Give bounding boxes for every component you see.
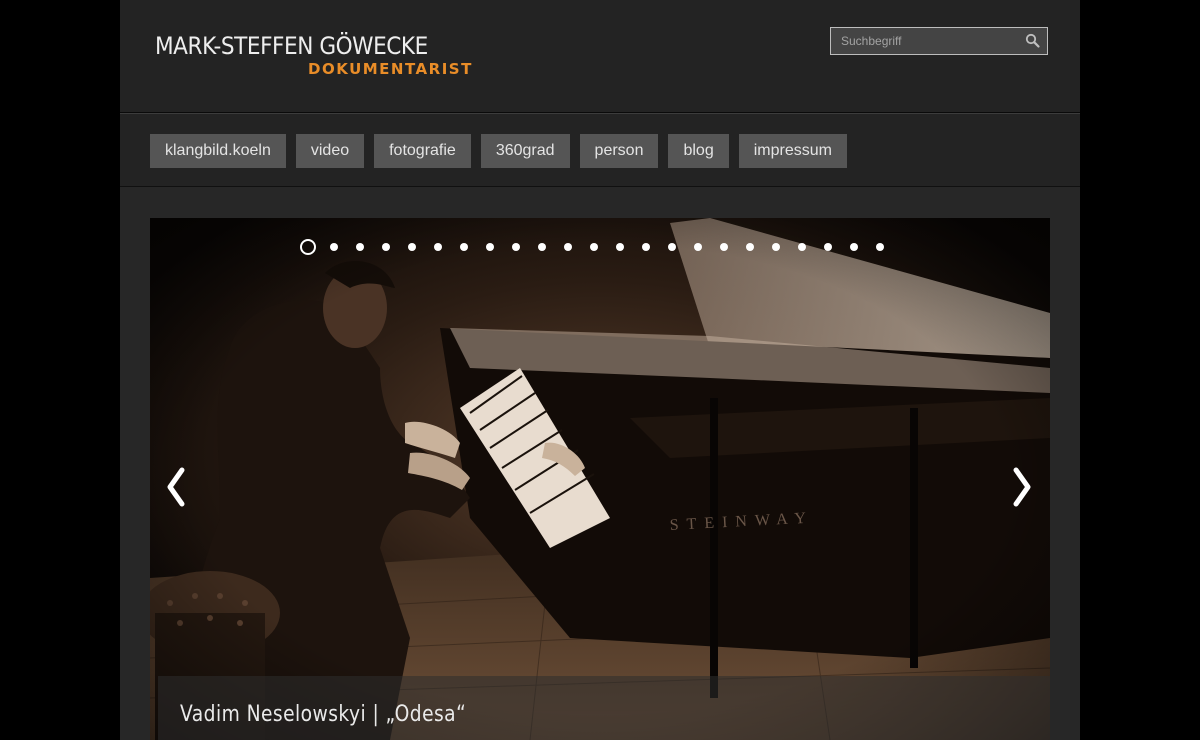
slider-dot[interactable] [798,243,806,251]
slider-dot[interactable] [408,243,416,251]
nav-item-video[interactable]: video [295,134,365,168]
nav-item-blog[interactable]: blog [668,134,729,168]
site-subtitle: DOKUMENTARIST [308,60,473,78]
caption-bar: Vadim Neselowskyi | „Odesa“ [158,676,1050,740]
nav-item-person[interactable]: person [579,134,659,168]
slider-dot[interactable] [538,243,546,251]
nav-item-klangbild-koeln[interactable]: klangbild.koeln [150,134,286,168]
page-container: MARK-STEFFEN GÖWECKE DOKUMENTARIST klang… [120,0,1080,740]
slider-dot[interactable] [824,243,832,251]
slider-dot[interactable] [460,243,468,251]
slider-dot[interactable] [876,243,884,251]
slide-photo: STEINWAY [150,218,1050,740]
slider-dot[interactable] [356,243,364,251]
slider-dot[interactable] [330,243,338,251]
slider-pagination [300,239,902,255]
search-icon[interactable] [1025,33,1041,49]
nav-item-fotografie[interactable]: fotografie [374,134,471,168]
chevron-right-icon[interactable] [1006,464,1036,510]
slider-dot[interactable] [642,243,650,251]
site-header: MARK-STEFFEN GÖWECKE DOKUMENTARIST [120,0,1080,113]
site-name[interactable]: MARK-STEFFEN GÖWECKE [155,32,428,60]
slider-dot[interactable] [590,243,598,251]
search-input[interactable] [831,28,1016,54]
slider-dot[interactable] [772,243,780,251]
slide-caption[interactable]: Vadim Neselowskyi | „Odesa“ [180,702,466,727]
main-navigation: klangbild.koeln video fotografie 360grad per… [120,113,1080,187]
slider-dot[interactable] [616,243,624,251]
nav-item-360grad[interactable]: 360grad [480,134,570,168]
slider-dot[interactable] [382,243,390,251]
slider-dot[interactable] [694,243,702,251]
slider-dot[interactable] [300,239,316,255]
slider-dot[interactable] [434,243,442,251]
nav-list: klangbild.koeln video fotografie 360grad per… [150,134,857,168]
slider-dot[interactable] [746,243,754,251]
slider-dot[interactable] [512,243,520,251]
search-box [830,27,1048,55]
slider-dot[interactable] [668,243,676,251]
slider-dot[interactable] [720,243,728,251]
slider-dot[interactable] [486,243,494,251]
slider-dot[interactable] [850,243,858,251]
chevron-left-icon[interactable] [162,464,192,510]
slider-dot[interactable] [564,243,572,251]
nav-item-impressum[interactable]: impressum [738,134,847,168]
image-slider: STEINWAY Vadim Neselowskyi | „Odesa“ [150,218,1050,740]
